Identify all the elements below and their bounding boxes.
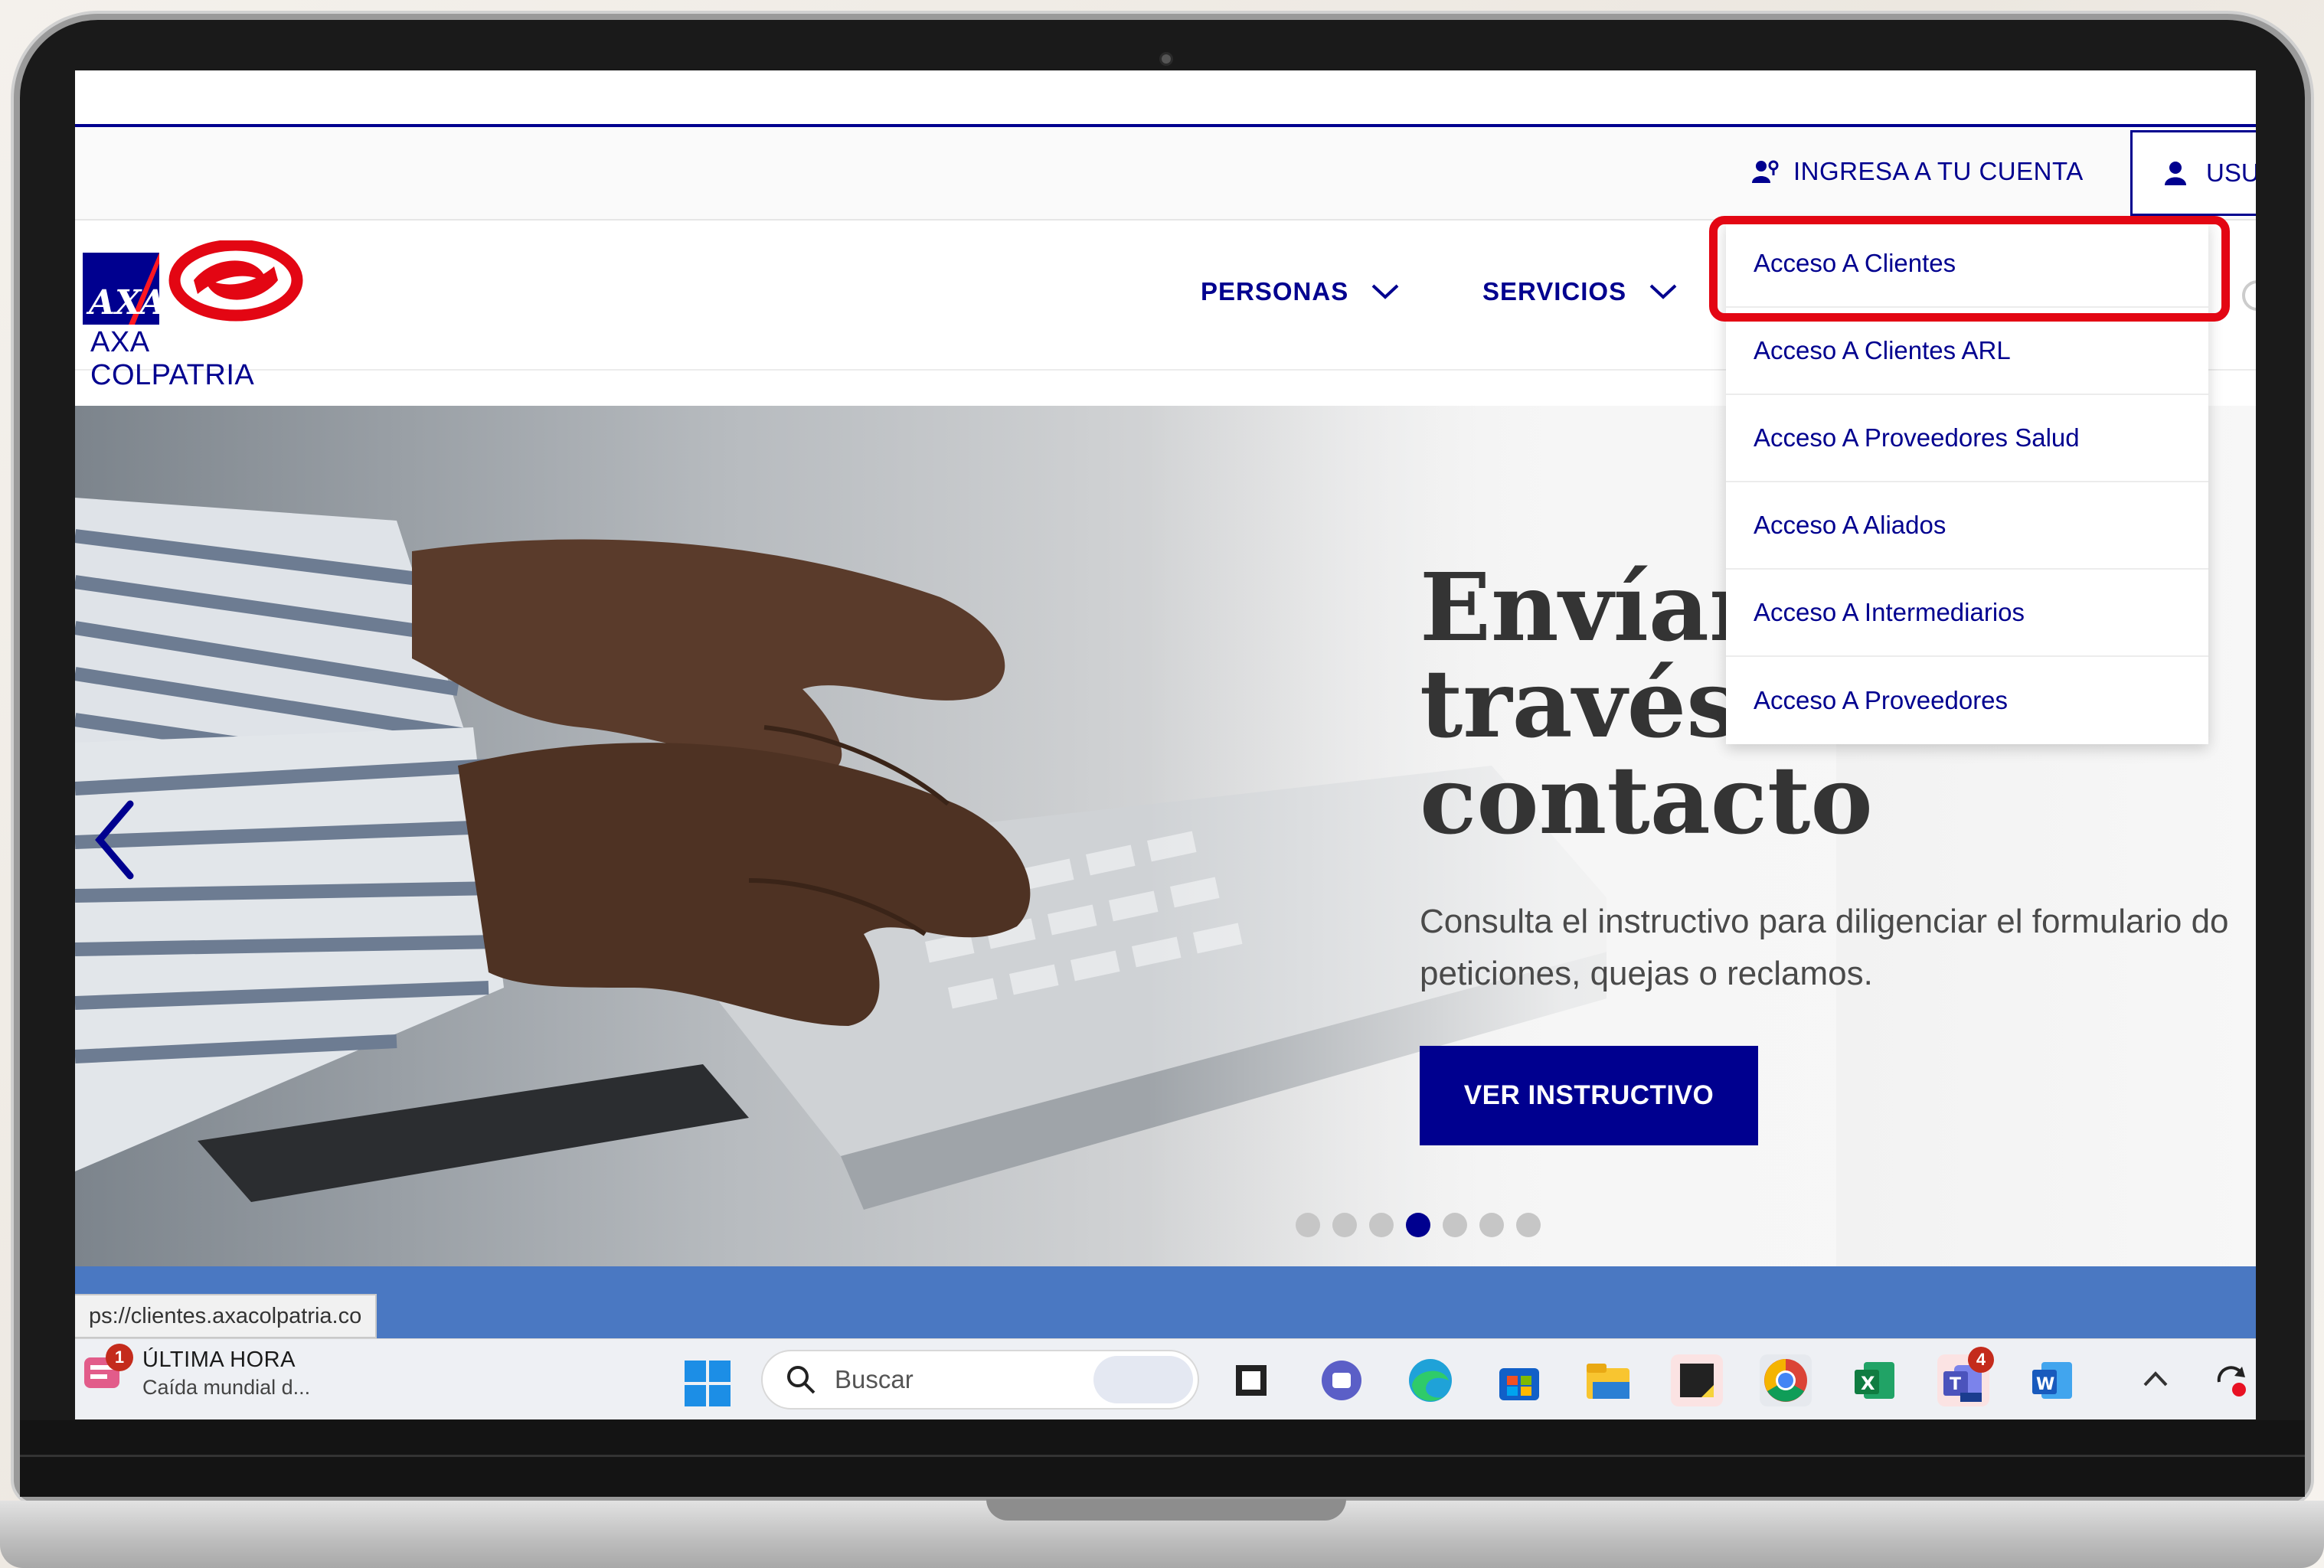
carousel-dot[interactable] <box>1369 1213 1394 1237</box>
sticky-notes-icon[interactable] <box>1671 1354 1723 1406</box>
link-status-url: ps://clientes.axacolpatria.co <box>75 1294 378 1338</box>
hero-description-line1: Consulta el instructivo para diligenciar… <box>1420 903 2229 940</box>
news-subtitle: Caída mundial d... <box>142 1376 311 1399</box>
excel-icon[interactable]: X <box>1848 1354 1901 1406</box>
carousel-dot[interactable] <box>1332 1213 1357 1237</box>
user-icon <box>2165 162 2186 185</box>
nav-servicios-label: SERVICIOS <box>1482 277 1627 305</box>
user-key-icon <box>1752 160 1779 183</box>
news-widget[interactable]: 1 ÚLTIMA HORA Caída mundial d... <box>81 1344 311 1400</box>
browser-screen: INGRESA A TU CUENTA USU AXA AXA COLPATRI… <box>75 70 2256 1419</box>
svg-text:X: X <box>1861 1373 1875 1394</box>
dropdown-item-acceso-intermediarios[interactable]: Acceso A Intermediarios <box>1726 570 2208 657</box>
carousel-prev-arrow-icon[interactable] <box>92 798 138 882</box>
nav-personas-label: PERSONAS <box>1201 277 1349 305</box>
svg-text:W: W <box>2036 1375 2054 1394</box>
carousel-dot[interactable] <box>1443 1213 1467 1237</box>
carousel-dot[interactable] <box>1479 1213 1504 1237</box>
windows-start-icon[interactable] <box>685 1361 731 1406</box>
carousel-dot[interactable] <box>1296 1213 1320 1237</box>
user-account-label: USU <box>2206 158 2256 187</box>
dropdown-item-acceso-proveedores[interactable]: Acceso A Proveedores <box>1726 657 2208 744</box>
laptop-notch <box>986 1499 1346 1521</box>
chevron-down-icon <box>1649 284 1677 299</box>
highlight-annotation-box <box>1709 216 2230 322</box>
user-account-button[interactable]: USU <box>2130 130 2256 216</box>
taskbar-search-placeholder: Buscar <box>835 1365 914 1393</box>
logo-wordmark: AXA COLPATRIA <box>90 326 255 391</box>
hero-description-line2: peticiones, quejas o reclamos. <box>1420 955 1873 992</box>
bezel-divider <box>20 1455 2305 1457</box>
chevron-up-icon[interactable] <box>2143 1365 2169 1395</box>
ver-instructivo-button[interactable]: VER INSTRUCTIVO <box>1420 1046 1758 1145</box>
login-link-label: INGRESA A TU CUENTA <box>1793 157 2084 185</box>
microsoft-store-icon[interactable] <box>1493 1354 1545 1406</box>
chat-icon[interactable] <box>1316 1354 1368 1406</box>
search-icon[interactable] <box>2242 280 2256 311</box>
login-link[interactable]: INGRESA A TU CUENTA <box>1752 152 2084 191</box>
news-icon: 1 <box>81 1344 133 1400</box>
chrome-browser-icon[interactable] <box>1760 1354 1812 1406</box>
teams-icon[interactable]: T 4 <box>1937 1347 1994 1406</box>
chevron-down-icon <box>1371 284 1399 299</box>
laptop-bezel <box>20 1420 2305 1497</box>
file-explorer-icon[interactable] <box>1582 1354 1634 1406</box>
search-highlight-icon <box>1093 1356 1193 1403</box>
carousel-pagination <box>1296 1213 1541 1237</box>
dropdown-item-acceso-proveedores-salud[interactable]: Acceso A Proveedores Salud <box>1726 395 2208 482</box>
axa-colpatria-logo[interactable]: AXA AXA COLPATRIA <box>83 239 305 391</box>
nav-servicios[interactable]: SERVICIOS <box>1482 277 1677 306</box>
webcam <box>1159 52 1173 66</box>
news-badge: 1 <box>106 1344 133 1371</box>
taskbar-search-box[interactable]: Buscar <box>761 1350 1199 1410</box>
nav-personas[interactable]: PERSONAS <box>1201 277 1399 306</box>
news-title: ÚLTIMA HORA <box>142 1348 296 1372</box>
logo-mark-text: AXA <box>86 283 166 322</box>
search-icon <box>787 1366 816 1394</box>
windows-taskbar: 1 ÚLTIMA HORA Caída mundial d... Buscar <box>75 1338 2256 1419</box>
dropdown-item-acceso-aliados[interactable]: Acceso A Aliados <box>1726 482 2208 570</box>
hero-title-line3: contacto <box>1420 745 1873 855</box>
utility-bar: INGRESA A TU CUENTA USU <box>75 127 2256 220</box>
svg-text:T: T <box>1950 1375 1961 1394</box>
carousel-dot[interactable] <box>1516 1213 1541 1237</box>
task-view-icon[interactable] <box>1228 1354 1280 1406</box>
hero-title-line1: Envían <box>1420 552 1777 662</box>
carousel-dot[interactable] <box>1406 1213 1430 1237</box>
hero-description: Consulta el instructivo para diligenciar… <box>1420 896 2256 1000</box>
sync-status-icon[interactable] <box>2211 1361 2250 1403</box>
word-icon[interactable]: W <box>2026 1354 2078 1406</box>
edge-browser-icon[interactable] <box>1404 1354 1456 1406</box>
teams-badge: 4 <box>1968 1347 1994 1373</box>
logo-mark: AXA <box>83 239 303 325</box>
